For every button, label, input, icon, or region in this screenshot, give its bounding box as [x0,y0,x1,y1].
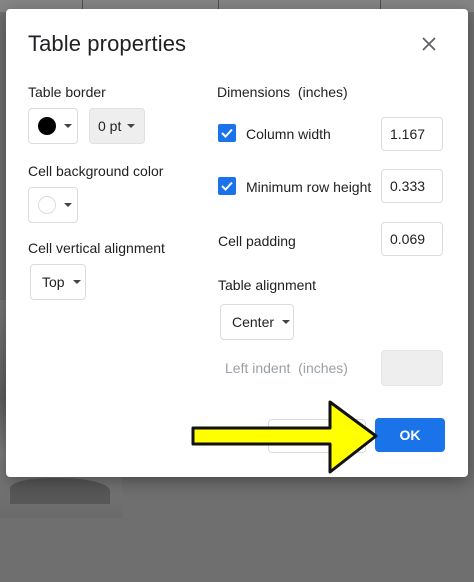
table-alignment-dropdown[interactable]: Center [220,304,294,340]
close-icon-glyph [422,37,436,51]
table-alignment-label: Table alignment [218,277,317,293]
border-color-button[interactable] [28,108,78,144]
chevron-down-icon [127,124,136,128]
annotation-arrow-icon [191,400,378,474]
chevron-down-icon [64,124,72,128]
close-icon[interactable] [416,31,442,57]
min-row-height-label: Minimum row height [246,179,372,195]
vertical-alignment-dropdown[interactable]: Top [30,264,86,300]
dimensions-label-text: Dimensions (inches) [217,84,348,100]
border-width-dropdown[interactable]: 0 pt [89,108,145,144]
border-color-swatch [38,117,56,135]
dimensions-label: Dimensions (inches) [217,84,348,100]
border-width-value: 0 pt [98,118,122,134]
chevron-down-icon [64,203,72,207]
cell-background-label: Cell background color [28,163,164,179]
cell-background-swatch [38,196,56,214]
min-row-height-input[interactable] [381,169,443,203]
chevron-down-icon [72,280,81,284]
vertical-alignment-label: Cell vertical alignment [28,240,165,256]
cell-padding-input[interactable] [381,222,443,256]
column-width-label: Column width [246,126,331,142]
dialog-title: Table properties [28,31,187,56]
cell-background-color-button[interactable] [28,187,78,223]
left-indent-label: Left indent (inches) [225,360,348,376]
ok-button[interactable]: OK [375,418,445,452]
left-indent-input [381,350,443,386]
checkmark-icon [221,128,233,138]
checkmark-icon [221,181,233,191]
vertical-alignment-value: Top [42,274,65,290]
chevron-down-icon [282,320,291,324]
column-width-input[interactable] [381,117,443,151]
column-width-checkbox[interactable] [218,124,236,142]
table-alignment-value: Center [232,314,275,330]
cell-padding-label: Cell padding [218,233,296,249]
min-row-height-checkbox[interactable] [218,177,236,195]
table-border-label: Table border [28,84,106,100]
